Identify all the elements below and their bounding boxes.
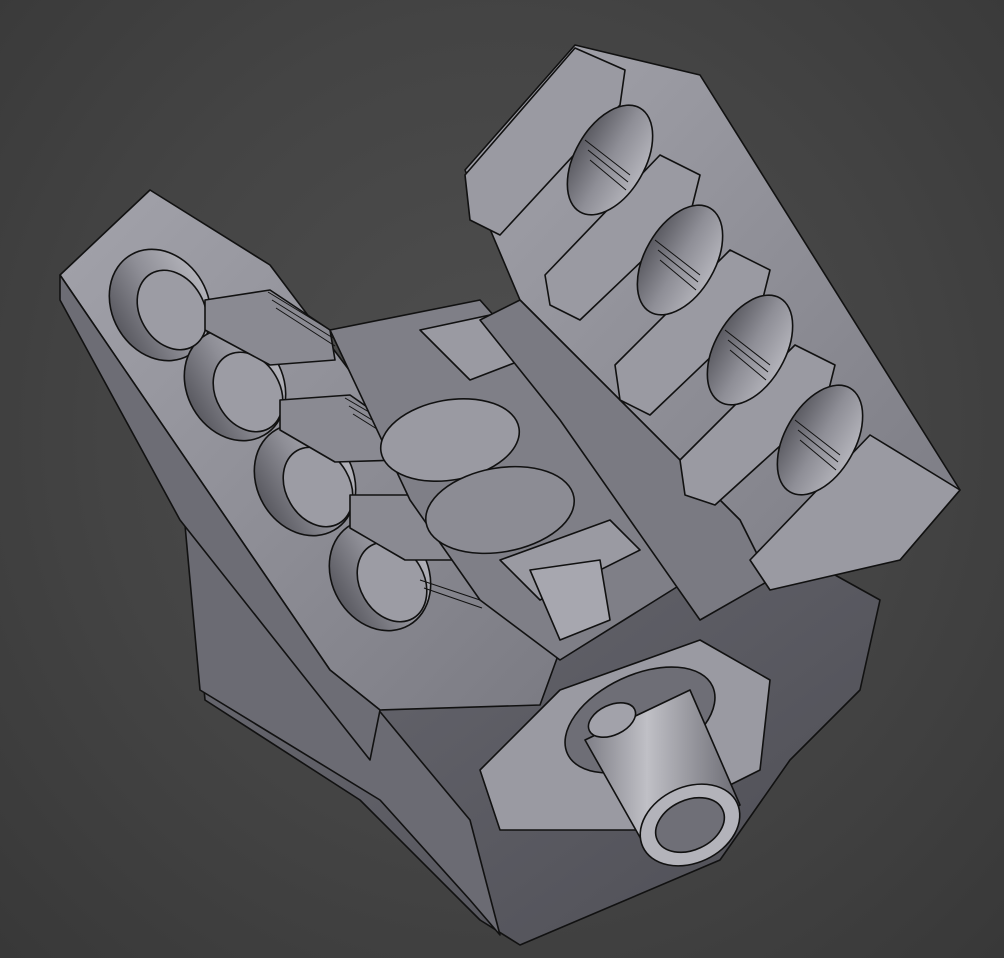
- v8-engine-model[interactable]: [0, 0, 1004, 958]
- cad-3d-viewport[interactable]: [0, 0, 1004, 958]
